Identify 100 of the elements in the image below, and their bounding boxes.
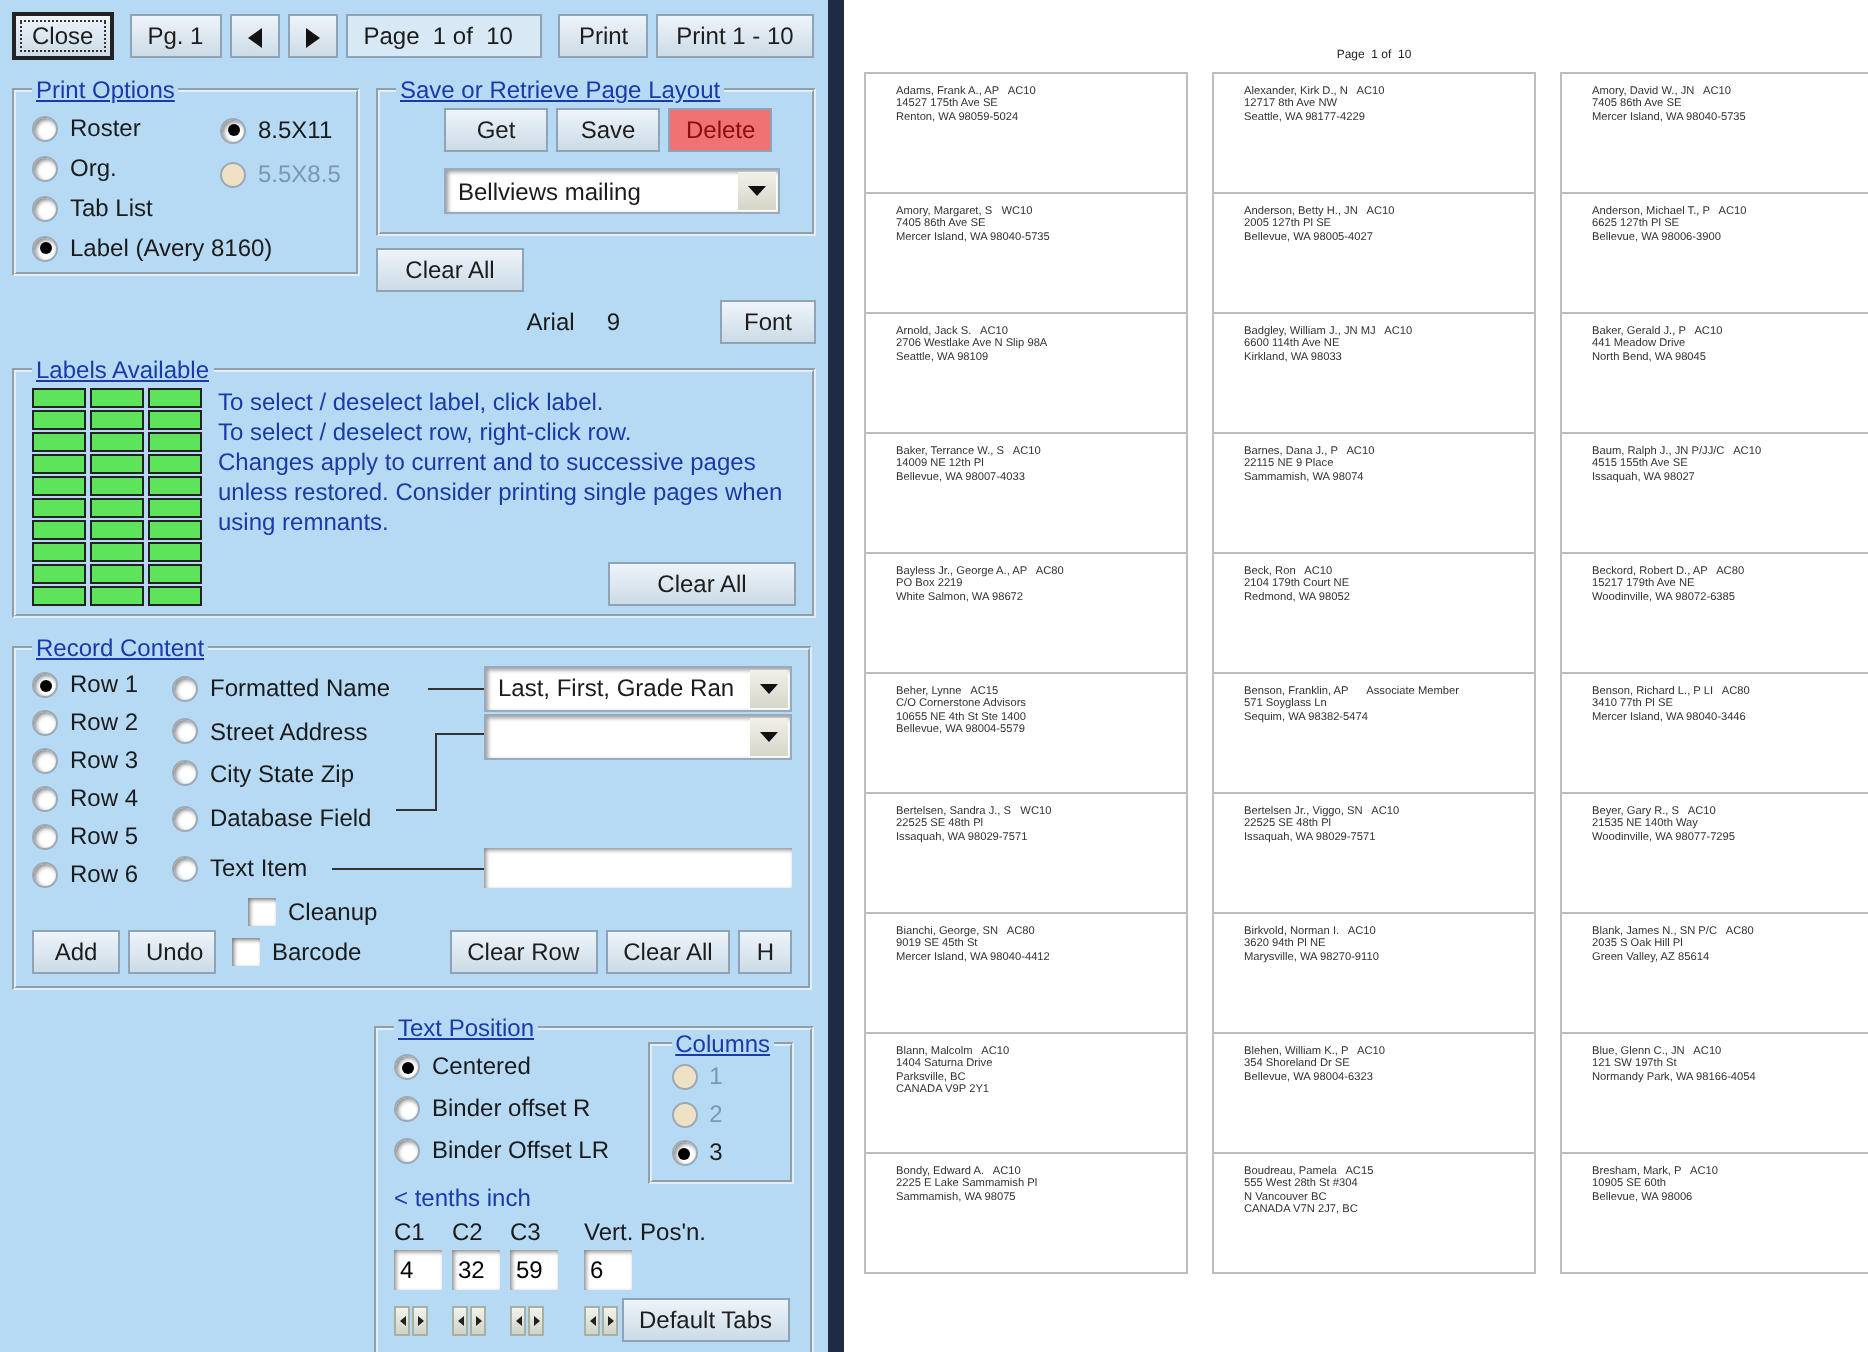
label-cell[interactable] xyxy=(32,520,86,540)
column-count-radio[interactable]: 3 xyxy=(671,1134,774,1172)
previous-page-button[interactable] xyxy=(229,14,280,58)
group-title: Record Content xyxy=(34,634,207,662)
offset-field[interactable]: 32 xyxy=(452,1250,500,1290)
alignment-radio[interactable]: Binder Offset LR xyxy=(394,1130,609,1172)
label-cell[interactable] xyxy=(148,388,202,408)
layout-button[interactable]: Get xyxy=(444,108,548,152)
row-radio[interactable]: Row 5 xyxy=(32,818,172,856)
label-cell[interactable] xyxy=(90,432,144,452)
label-cell[interactable] xyxy=(148,410,202,430)
label-cell[interactable] xyxy=(32,498,86,518)
caret-icon xyxy=(760,732,778,742)
label-cell[interactable] xyxy=(32,564,86,584)
spin-button[interactable] xyxy=(584,1305,618,1335)
layout-dropdown[interactable]: Bellviews mailing xyxy=(444,168,780,214)
field-dropdown[interactable] xyxy=(484,714,792,760)
offset-field[interactable]: 59 xyxy=(510,1250,558,1290)
format-radio[interactable]: Tab List xyxy=(32,188,153,228)
record-button[interactable]: Clear All xyxy=(605,930,731,974)
label-cell[interactable] xyxy=(32,454,86,474)
label-cell[interactable] xyxy=(90,586,144,606)
label-cell[interactable] xyxy=(148,520,202,540)
label-cell[interactable] xyxy=(32,388,86,408)
label-cell[interactable] xyxy=(148,586,202,606)
label-cell[interactable] xyxy=(148,476,202,496)
triangle-right-icon xyxy=(475,1315,481,1325)
label-cell[interactable] xyxy=(32,410,86,430)
label-cell[interactable] xyxy=(90,410,144,430)
label-cell[interactable] xyxy=(148,564,202,584)
field-radio[interactable]: Database Field xyxy=(172,800,428,836)
record-button[interactable]: Add xyxy=(32,930,120,974)
instruction-text: Changes apply to current and to successive pages unless restored. Consider printing single pages when using remnants. xyxy=(218,448,785,538)
label-cell[interactable] xyxy=(90,454,144,474)
label-cell[interactable] xyxy=(90,542,144,562)
group-title: Columns xyxy=(673,1030,772,1058)
row-radio[interactable]: Row 6 xyxy=(32,856,172,894)
row-radio[interactable]: Row 1 xyxy=(32,666,172,704)
label-cell[interactable] xyxy=(148,498,202,518)
close-button[interactable]: Close xyxy=(12,12,114,60)
label-cell[interactable] xyxy=(90,498,144,518)
label-cell[interactable] xyxy=(148,542,202,562)
group-title: Print Options xyxy=(34,76,177,104)
font-button[interactable]: Font xyxy=(720,300,816,344)
font-name: Arial xyxy=(526,306,575,340)
offset-field[interactable]: 4 xyxy=(394,1250,442,1290)
label-cell[interactable] xyxy=(32,476,86,496)
label-cell[interactable] xyxy=(90,388,144,408)
label-cell[interactable] xyxy=(90,476,144,496)
font-size: 9 xyxy=(606,306,620,340)
row-radio[interactable]: Row 2 xyxy=(32,704,172,742)
offset-label: C1 xyxy=(394,1216,427,1250)
clear-all-button[interactable]: Clear All xyxy=(608,562,796,606)
instruction-text: To select / deselect label, click label. xyxy=(218,388,606,418)
label-cell[interactable] xyxy=(32,586,86,606)
next-page-button[interactable] xyxy=(287,14,338,58)
hint-text: < tenths inch xyxy=(394,1184,533,1214)
offset-label: Vert. Pos'n. xyxy=(584,1216,708,1250)
triangle-left-icon xyxy=(457,1315,463,1325)
field-radio[interactable]: Formatted Name xyxy=(172,670,428,706)
offset-label: C3 xyxy=(510,1216,543,1250)
label-cell[interactable] xyxy=(32,432,86,452)
checkbox-option[interactable]: Cleanup xyxy=(248,894,378,930)
record-button[interactable]: Clear Row xyxy=(449,930,598,974)
spin-button[interactable] xyxy=(394,1305,428,1335)
paper-size-radio[interactable]: 8.5X11 xyxy=(220,108,341,152)
label-cell[interactable] xyxy=(32,542,86,562)
alignment-radio[interactable]: Centered xyxy=(394,1046,609,1088)
field-radio[interactable]: Street Address xyxy=(172,713,428,749)
triangle-right-icon xyxy=(417,1315,423,1325)
label-cell[interactable] xyxy=(90,520,144,540)
print-button[interactable]: Print 1 - 10 xyxy=(656,14,814,58)
format-radio[interactable]: Org. xyxy=(32,148,117,188)
group-title: Labels Available xyxy=(34,356,212,384)
checkbox-option[interactable]: Barcode xyxy=(232,934,362,970)
print-button[interactable]: Print xyxy=(558,14,649,58)
alignment-radio[interactable]: Binder offset R xyxy=(394,1088,609,1130)
row-radio[interactable]: Row 4 xyxy=(32,780,172,818)
name-format-dropdown[interactable]: Last, First, Grade Ran xyxy=(484,665,792,711)
field-radio[interactable]: Text Item xyxy=(172,850,428,886)
default-tabs-button[interactable]: Default Tabs xyxy=(621,1298,790,1342)
text-item-field[interactable] xyxy=(484,848,792,888)
row-radio[interactable]: Row 3 xyxy=(32,742,172,780)
record-button[interactable]: H xyxy=(738,930,792,974)
offset-field[interactable]: 6 xyxy=(584,1250,632,1290)
triangle-right-icon xyxy=(533,1315,539,1325)
format-radio[interactable]: Label (Avery 8160) xyxy=(32,228,273,268)
page-button[interactable]: Pg. 1 xyxy=(129,14,222,58)
clear-all-button[interactable]: Clear All xyxy=(376,248,524,292)
spin-button[interactable] xyxy=(510,1305,544,1335)
format-radio[interactable]: Roster xyxy=(32,108,141,148)
spin-button[interactable] xyxy=(452,1305,486,1335)
label-cell[interactable] xyxy=(90,564,144,584)
layout-button[interactable]: Save xyxy=(556,108,660,152)
label-cell[interactable] xyxy=(148,432,202,452)
triangle-right-icon xyxy=(607,1315,613,1325)
field-radio[interactable]: City State Zip xyxy=(172,755,428,791)
instruction-text: To select / deselect row, right-click row. xyxy=(218,418,634,448)
label-cell[interactable] xyxy=(148,454,202,474)
record-button[interactable]: Undo xyxy=(128,930,216,974)
